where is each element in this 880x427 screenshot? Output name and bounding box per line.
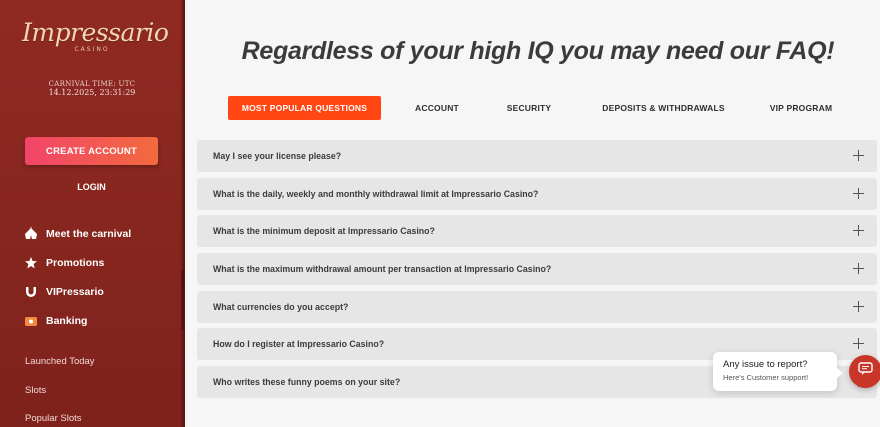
scroll-fade bbox=[187, 405, 880, 427]
horseshoe-icon bbox=[24, 285, 38, 299]
sidebar-item-banking[interactable]: Banking bbox=[24, 313, 87, 329]
faq-question: Who writes these funny poems on your sit… bbox=[213, 377, 401, 387]
star-badge-icon bbox=[24, 256, 38, 270]
sidebar-item-label: VIPressario bbox=[46, 286, 104, 298]
sidebar-link-slots[interactable]: Slots bbox=[25, 385, 46, 396]
faq-question: What is the daily, weekly and monthly wi… bbox=[213, 189, 539, 199]
faq-question: May I see your license please? bbox=[213, 151, 342, 161]
sidebar-link-popular-slots[interactable]: Popular Slots bbox=[25, 413, 82, 424]
sidebar-scrollbar[interactable] bbox=[181, 270, 184, 330]
plus-icon[interactable] bbox=[853, 225, 864, 236]
sidebar-link-launched-today[interactable]: Launched Today bbox=[25, 356, 95, 367]
plus-icon[interactable] bbox=[853, 338, 864, 349]
tab-security[interactable]: SECURITY bbox=[494, 96, 564, 120]
sidebar-item-promotions[interactable]: Promotions bbox=[24, 255, 104, 271]
carnival-time-label: CARNIVAL TIME: UTC bbox=[48, 80, 136, 88]
plus-icon[interactable] bbox=[853, 188, 864, 199]
casino-logo[interactable]: Impressario CASINO bbox=[22, 18, 169, 53]
faq-question: What is the minimum deposit at Impressar… bbox=[213, 226, 435, 236]
sidebar-item-vipressario[interactable]: VIPressario bbox=[24, 284, 104, 300]
faq-item[interactable]: May I see your license please? bbox=[197, 140, 877, 172]
sidebar-item-label: Promotions bbox=[46, 257, 105, 269]
faq-item[interactable]: What is the minimum deposit at Impressar… bbox=[197, 215, 877, 247]
wallet-icon bbox=[24, 314, 38, 328]
tent-icon bbox=[24, 227, 38, 241]
chat-title: Any issue to report? bbox=[723, 359, 808, 370]
chat-subtitle: Here's Customer support! bbox=[723, 373, 809, 382]
support-chat-bubble[interactable]: Any issue to report? Here's Customer sup… bbox=[713, 352, 843, 391]
sidebar-item-label: Banking bbox=[46, 315, 88, 327]
plus-icon[interactable] bbox=[853, 263, 864, 274]
tab-vip-program[interactable]: VIP PROGRAM bbox=[760, 96, 842, 120]
faq-question: What currencies do you accept? bbox=[213, 302, 349, 312]
tab-account[interactable]: ACCOUNT bbox=[402, 96, 472, 120]
faq-item[interactable]: What currencies do you accept? bbox=[197, 291, 877, 323]
plus-icon[interactable] bbox=[853, 150, 864, 161]
logo-wordmark: Impressario bbox=[22, 18, 169, 47]
faq-item[interactable]: What is the daily, weekly and monthly wi… bbox=[197, 178, 877, 210]
faq-question: How do I register at Impressario Casino? bbox=[213, 339, 385, 349]
faq-question: What is the maximum withdrawal amount pe… bbox=[213, 264, 552, 274]
chat-launcher-button[interactable] bbox=[849, 355, 880, 388]
tab-deposits-withdrawals[interactable]: DEPOSITS & WITHDRAWALS bbox=[591, 96, 736, 120]
create-account-button[interactable]: CREATE ACCOUNT bbox=[25, 137, 158, 165]
tab-most-popular-questions[interactable]: MOST POPULAR QUESTIONS bbox=[228, 96, 381, 120]
sidebar: Impressario CASINO CARNIVAL TIME: UTC 14… bbox=[0, 0, 185, 427]
login-link[interactable]: LOGIN bbox=[25, 182, 158, 192]
page-title: Regardless of your high IQ you may need … bbox=[241, 37, 835, 65]
carnival-time-value: 14.12.2025, 23:31:29 bbox=[48, 88, 136, 97]
plus-icon[interactable] bbox=[853, 301, 864, 312]
sidebar-item-label: Meet the carnival bbox=[46, 228, 132, 240]
faq-item[interactable]: What is the maximum withdrawal amount pe… bbox=[197, 253, 877, 285]
sidebar-item-meet-the-carnival[interactable]: Meet the carnival bbox=[24, 226, 131, 242]
chat-icon bbox=[858, 362, 873, 381]
